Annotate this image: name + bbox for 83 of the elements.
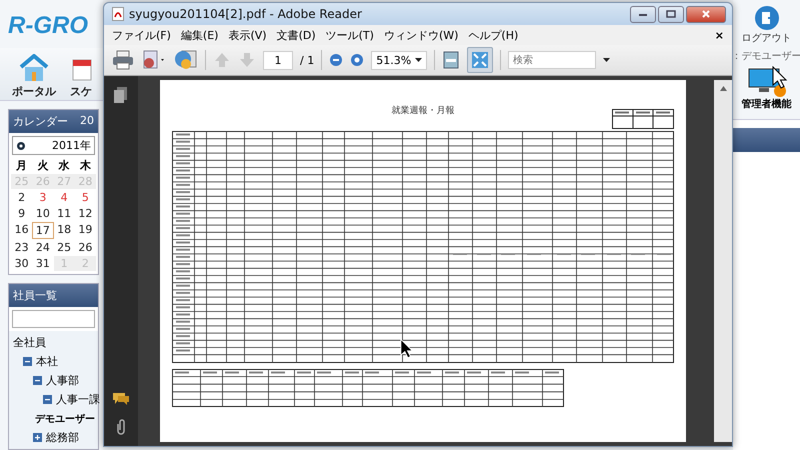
calendar-day[interactable]: 19 <box>74 222 96 239</box>
previous-month-icon[interactable] <box>16 140 26 150</box>
calendar-day[interactable]: 17 <box>32 222 54 239</box>
calendar-day[interactable]: 31 <box>32 256 54 271</box>
menu-item[interactable]: ファイル(F) <box>112 28 171 42</box>
tree-item[interactable]: 本社 <box>36 354 58 369</box>
close-button[interactable] <box>686 6 726 22</box>
calendar-day[interactable]: 25 <box>54 240 75 255</box>
menu-item[interactable]: 表示(V) <box>228 28 267 42</box>
collapse-icon[interactable] <box>43 395 52 404</box>
weekday-label: 火 <box>36 158 50 173</box>
panel-title: カレンダー <box>13 114 68 129</box>
logout-icon <box>754 5 780 31</box>
caret-icon[interactable] <box>603 58 610 62</box>
menu-item[interactable]: ウィンドウ(W) <box>384 28 458 42</box>
fit-page-button[interactable] <box>467 47 494 73</box>
calendar-day[interactable]: 16 <box>11 222 32 239</box>
search-field[interactable] <box>12 310 95 328</box>
create-pdf-icon[interactable] <box>141 50 167 70</box>
expand-icon[interactable] <box>33 433 42 442</box>
calendar-day[interactable]: 11 <box>54 206 75 221</box>
close-document-button[interactable]: × <box>714 28 724 42</box>
collapse-icon[interactable] <box>33 376 42 385</box>
zoom-in-icon[interactable] <box>350 53 364 67</box>
calendar-day[interactable]: 12 <box>74 206 96 221</box>
menu-item[interactable]: ツール(T) <box>326 28 374 42</box>
scroll-up-icon[interactable] <box>720 86 726 91</box>
maximize-icon <box>666 10 676 18</box>
calendar-day[interactable]: 30 <box>11 256 32 271</box>
calendar-day[interactable]: 2 <box>11 190 32 205</box>
approval-stamp-boxes-drawing <box>612 109 674 129</box>
search-field[interactable]: 検索 <box>508 51 596 69</box>
menu-item[interactable]: 文書(D) <box>276 28 316 42</box>
tree-item[interactable]: 全社員 <box>13 335 46 350</box>
panel-title: 社員一覧 <box>13 288 57 303</box>
collapse-icon[interactable] <box>23 357 32 366</box>
calendar-day[interactable]: 26 <box>74 240 96 255</box>
mouse-cursor-icon <box>772 66 788 90</box>
calendar-day[interactable]: 23 <box>11 240 32 255</box>
weekday-label: 木 <box>78 158 92 173</box>
zoom-out-icon[interactable] <box>329 53 344 67</box>
pdf-file-icon <box>112 7 124 21</box>
pages-icon[interactable] <box>113 86 129 104</box>
minimize-icon <box>638 11 648 17</box>
calendar-day[interactable]: 4 <box>54 190 75 205</box>
menu-item[interactable]: ヘルプ(H) <box>468 28 518 42</box>
tree-item[interactable]: 総務部 <box>46 430 79 445</box>
page-count: / 1 <box>300 54 314 66</box>
weekday-label: 水 <box>57 158 71 173</box>
comment-icon[interactable] <box>112 392 130 406</box>
calendar-day[interactable]: 5 <box>74 190 96 205</box>
calendar-day[interactable]: 10 <box>32 206 54 221</box>
print-icon[interactable] <box>112 50 134 70</box>
fit-page-icon <box>471 51 490 69</box>
maximize-button[interactable] <box>658 6 684 22</box>
logo: R-GRO <box>7 11 89 41</box>
close-icon <box>701 9 711 19</box>
document-title: 就業週報・月報 <box>392 104 454 117</box>
panel-title-year: 20 <box>80 114 94 129</box>
tree-item[interactable]: 人事一課 <box>56 392 100 407</box>
share-icon[interactable] <box>174 49 198 71</box>
calendar-day[interactable]: 9 <box>11 206 32 221</box>
calendar-day[interactable]: 24 <box>32 240 54 255</box>
portal-nav-item[interactable]: ポータル <box>12 48 56 100</box>
logout-button[interactable]: ログアウト <box>742 0 792 45</box>
zoom-dropdown[interactable]: 51.3% <box>371 50 428 70</box>
calendar-day[interactable]: 3 <box>32 190 54 205</box>
minimize-button[interactable] <box>630 6 656 22</box>
tree-item[interactable]: 人事部 <box>46 373 79 388</box>
page-number-field[interactable]: 1 <box>263 50 293 70</box>
schedule-nav-item[interactable]: スケ <box>70 48 92 100</box>
weekday-label: 月 <box>15 158 28 173</box>
fit-width-icon[interactable] <box>442 51 460 69</box>
calendar-day[interactable]: 18 <box>54 222 75 239</box>
caret-icon <box>415 58 422 62</box>
scrollbar[interactable] <box>714 80 732 442</box>
tree-item[interactable]: デモユーザー <box>35 412 95 426</box>
menu-item[interactable]: 編集(E) <box>180 28 218 42</box>
panel-header <box>733 128 800 152</box>
home-icon <box>19 54 49 82</box>
window-title: syugyou201104[2].pdf - Adobe Reader <box>129 7 363 21</box>
mouse-cursor-icon <box>400 338 414 360</box>
month-label: 2011年 <box>52 138 91 153</box>
